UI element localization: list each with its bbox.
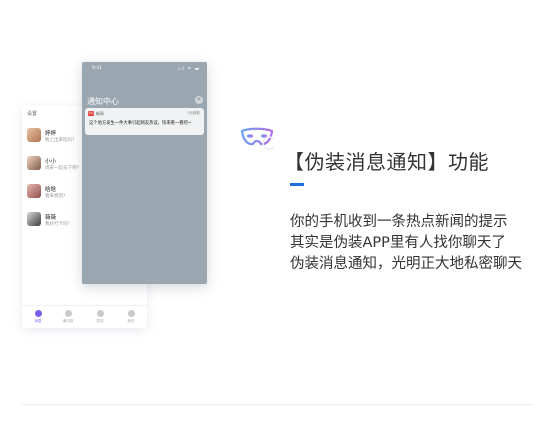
avatar — [27, 156, 41, 170]
avatar — [27, 212, 41, 226]
notification-body: 这个地方发生一件大事引起网友热议，快来看一看吧~ — [89, 121, 192, 126]
close-icon[interactable]: ✕ — [195, 96, 203, 104]
tab-bar: 消息 通讯录 发现 我的 — [22, 305, 147, 328]
title-accent-bar — [290, 183, 304, 186]
tab-contacts[interactable]: 通讯录 — [58, 310, 78, 324]
notification-center-title: 通知中心 — [87, 97, 119, 106]
status-time: 9:41 — [92, 66, 103, 71]
chat-preview: 周末一起去下吧? — [45, 166, 79, 171]
divider — [22, 404, 532, 405]
mask-icon — [240, 127, 274, 150]
tab-discover[interactable]: 发现 — [90, 310, 110, 324]
feature-title: 【伪装消息通知】功能 — [284, 150, 489, 174]
tab-profile[interactable]: 我的 — [121, 310, 141, 324]
news-notification[interactable]: 新闻 新闻 1分钟前 这个地方发生一件大事引起网友热议，快来看一看吧~ — [85, 108, 204, 135]
chat-name: 小小 — [45, 159, 57, 165]
profile-icon — [127, 310, 135, 317]
description-line: 其实是伪装APP里有人找你聊天了 — [290, 235, 506, 251]
status-icons: ııl ᯤ ▬ — [178, 67, 200, 72]
chat-name: 晗晗 — [45, 187, 57, 193]
chat-preview: 晚上出来吃吗? — [45, 138, 75, 143]
tab-messages[interactable]: 消息 — [28, 310, 48, 324]
description-line: 你的手机收到一条热点新闻的提示 — [290, 214, 508, 230]
chat-preview: 我好打卡吗? — [45, 222, 70, 227]
news-app-icon: 新闻 — [88, 111, 94, 116]
avatar — [27, 128, 41, 142]
chat-preview: 看来想到? — [45, 194, 66, 199]
description-line: 伪装消息通知，光明正大地私密聊天 — [290, 256, 522, 272]
chat-name: 婷婷 — [45, 131, 57, 137]
chat-name: 薇薇 — [45, 215, 57, 221]
avatar — [27, 184, 41, 198]
compass-icon — [96, 310, 104, 317]
contacts-icon — [64, 310, 72, 317]
notification-app-name: 新闻 — [96, 111, 104, 116]
chat-icon — [34, 310, 42, 317]
notification-time: 1分钟前 — [186, 111, 200, 115]
feature-description: 你的手机收到一条热点新闻的提示 其实是伪装APP里有人找你聊天了 伪装消息通知，… — [290, 212, 522, 275]
notification-center-phone: 9:41 ııl ᯤ ▬ 通知中心 ✕ 新闻 新闻 1分钟前 这个地方发生一件大… — [82, 62, 207, 284]
